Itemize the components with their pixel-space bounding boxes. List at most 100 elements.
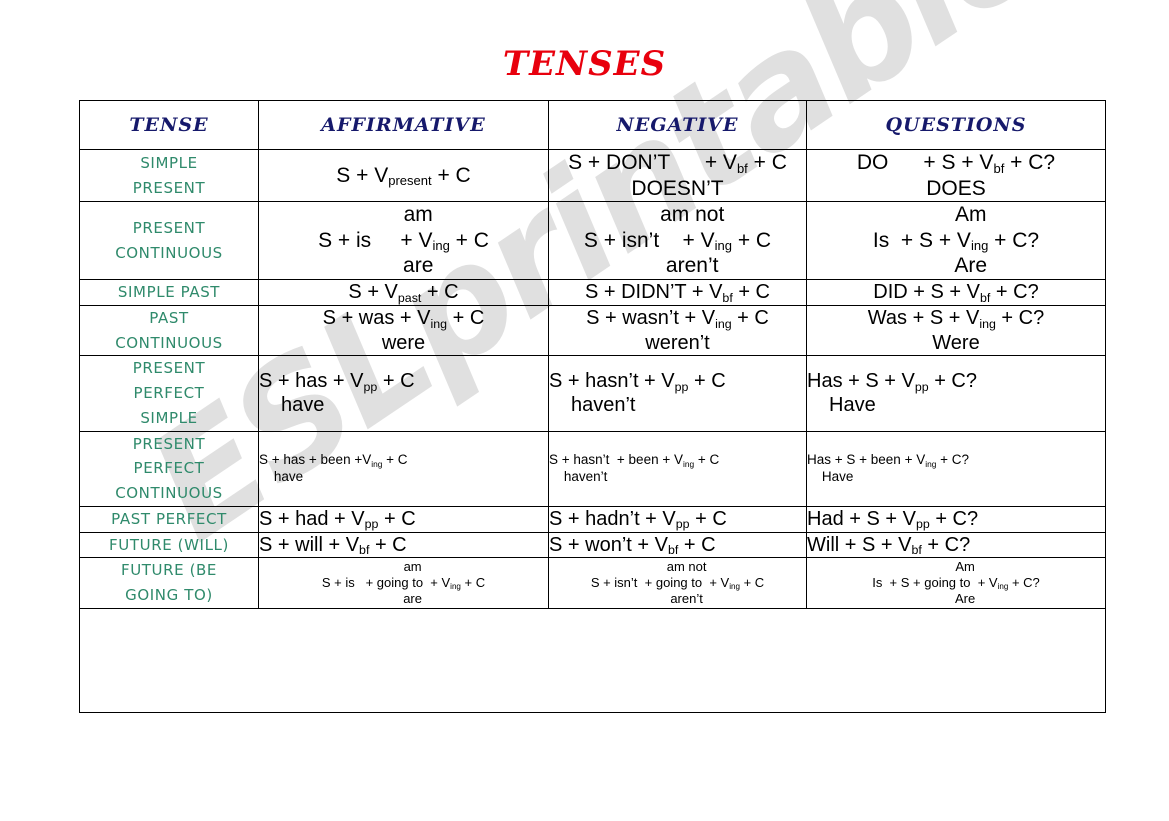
formula-line: aren’t — [665, 254, 719, 278]
tense-name-cell: FUTURE (BE GOING TO) — [79, 557, 259, 609]
tense-name-line: PRESENT — [132, 359, 206, 378]
tense-name-line: PERFECT — [133, 459, 205, 478]
tense-name-line: SIMPLE — [140, 408, 198, 427]
table-row: PAST PERFECT S + had + Vpp + C S + hadn’t … — [79, 505, 1106, 533]
formula-line: Will + S + Vbf + C? — [807, 533, 971, 558]
formula-line: S + Vpresent + C — [336, 163, 471, 189]
formula-line: S + Vpast + C — [348, 281, 459, 305]
affirmative-cell: S + has + been +Ving + Chave — [258, 430, 549, 507]
table-empty-row — [79, 607, 1106, 713]
formula-line: DID + S + Vbf + C? — [873, 281, 1039, 305]
formula-line: S + DON’T + Vbf + C — [568, 151, 787, 176]
affirmative-cell: S + Vpresent + C — [258, 148, 549, 203]
tense-name-line: PRESENT — [132, 434, 206, 453]
formula-line: S + is + going to + Ving + C — [321, 575, 486, 592]
formula-line: S + hadn’t + Vpp + C — [549, 507, 727, 532]
formula-line: are — [403, 254, 434, 278]
tense-name-cell: PRESENT PERFECT SIMPLE — [79, 355, 259, 432]
negative-cell: S + hadn’t + Vpp + C — [548, 505, 807, 533]
formula-line: DOES — [926, 176, 986, 200]
formula-line: am — [403, 559, 422, 575]
negative-cell: am not S + isn’t + Ving + Caren’t — [548, 201, 807, 281]
column-header-negative-label: NEGATIVE — [616, 114, 739, 136]
formula-line: S + has + Vpp + C — [259, 370, 415, 394]
formula-line: S + wasn’t + Ving + C — [586, 307, 769, 331]
formula-line: S + DIDN’T + Vbf + C — [584, 281, 771, 305]
formula-line: S + has + been +Ving + C — [259, 452, 408, 469]
questions-cell: DID + S + Vbf + C? — [806, 279, 1106, 306]
tense-name-line: GOING TO) — [125, 586, 213, 605]
tense-name-line: PERFECT — [133, 384, 205, 403]
negative-cell: S + hasn’t + Vpp + Chaven’t — [548, 355, 807, 432]
column-header-tense-label: TENSE — [129, 114, 209, 136]
tense-name-cell: PRESENT CONTINUOUS — [79, 201, 259, 281]
affirmative-cell: S + has + Vpp + Chave — [258, 355, 549, 432]
affirmative-cell: S + was + Ving + Cwere — [258, 304, 549, 357]
column-header-questions-label: QUESTIONS — [885, 114, 1027, 136]
formula-line: Had + S + Vpp + C? — [807, 507, 979, 532]
table-row: PAST CONTINUOUS S + was + Ving + Cwere S + … — [79, 304, 1106, 357]
formula-line: am not — [666, 559, 707, 575]
negative-cell: S + hasn’t + been + Ving + Chaven’t — [548, 430, 807, 507]
table-row: FUTURE (WILL) S + will + Vbf + C S + won’t… — [79, 531, 1106, 559]
formula-line: DO + S + Vbf + C? — [856, 151, 1056, 176]
tense-name-line: PRESENT — [132, 218, 206, 237]
tense-name-line: CONTINUOUS — [115, 333, 223, 352]
formula-line: am — [403, 203, 433, 227]
table-row: SIMPLE PAST S + Vpast + C S + DIDN’T + Vbf… — [79, 279, 1106, 306]
formula-line: Am — [954, 203, 987, 227]
formula-line: Are — [954, 590, 976, 606]
page-title-text: TENSES — [502, 44, 667, 84]
formula-line: weren’t — [645, 331, 710, 354]
affirmative-cell: am S + is + going to + Ving + Care — [258, 557, 549, 609]
tense-name-line: CONTINUOUS — [115, 484, 223, 503]
formula-line: haven’t — [571, 394, 636, 417]
table-row: PRESENT PERFECT SIMPLE S + has + Vpp + Chav… — [79, 355, 1106, 432]
questions-cell: Am Is + S + going to + Ving + C? Are — [806, 557, 1106, 609]
questions-cell: Will + S + Vbf + C? — [806, 531, 1106, 559]
tense-name-line: FUTURE (BE — [120, 561, 218, 580]
tense-name-cell: FUTURE (WILL) — [79, 531, 259, 559]
negative-cell: S + wasn’t + Ving + Cweren’t — [548, 304, 807, 357]
table-header: TENSE AFFIRMATIVE NEGATIVE QUESTIONS — [79, 100, 1106, 150]
negative-cell: S + won’t + Vbf + C — [548, 531, 807, 559]
formula-line: have — [281, 394, 325, 417]
questions-cell: Had + S + Vpp + C? — [806, 505, 1106, 533]
formula-line: am not — [660, 203, 725, 227]
tense-name-line: CONTINUOUS — [115, 243, 223, 262]
tenses-table: TENSE AFFIRMATIVE NEGATIVE QUESTIONS SIM… — [79, 100, 1106, 713]
formula-line: S + isn’t + going to + Ving + C — [590, 575, 765, 592]
table-row: PRESENT PERFECT CONTINUOUS S + has + been +… — [79, 430, 1106, 507]
table-body: SIMPLE PRESENT S + Vpresent + C S + DON’T +… — [79, 148, 1106, 713]
table-row: FUTURE (BE GOING TO) am S + is + going to +… — [79, 557, 1106, 609]
negative-cell: S + DIDN’T + Vbf + C — [548, 279, 807, 306]
tense-name-line: PAST PERFECT — [111, 509, 227, 528]
column-header-tense: TENSE — [79, 100, 259, 150]
formula-line: S + will + Vbf + C — [259, 533, 407, 558]
tense-name-line: SIMPLE PAST — [117, 283, 221, 302]
questions-cell: Am Is + S + Ving + C? Are — [806, 201, 1106, 281]
questions-cell: Was + S + Ving + C? Were — [806, 304, 1106, 357]
negative-cell: am not S + isn’t + going to + Ving + Care… — [548, 557, 807, 609]
tense-name-line: PRESENT — [132, 178, 206, 197]
column-header-negative: NEGATIVE — [548, 100, 807, 150]
formula-line: Has + S + been + Ving + C? — [807, 452, 970, 469]
formula-line: S + is + Ving + C — [318, 228, 489, 254]
tense-name-cell: PRESENT PERFECT CONTINUOUS — [79, 430, 259, 507]
formula-line: S + had + Vpp + C — [259, 507, 416, 532]
formula-line: Was + S + Ving + C? — [867, 307, 1045, 331]
tense-name-cell: PAST CONTINUOUS — [79, 304, 259, 357]
page-title: TENSES — [0, 44, 1169, 84]
table-empty-cell — [79, 607, 1106, 713]
formula-line: S + isn’t + Ving + C — [583, 228, 772, 254]
formula-line: Is + S + Ving + C? — [872, 228, 1040, 254]
formula-line: Have — [821, 468, 854, 484]
tense-name-line: FUTURE (WILL) — [109, 535, 229, 554]
formula-line: Am — [955, 559, 975, 575]
formula-line: Has + S + Vpp + C? — [807, 370, 977, 394]
negative-cell: S + DON’T + Vbf + C DOESN’T — [548, 148, 807, 203]
formula-line: Is + S + going to + Ving + C? — [872, 575, 1040, 592]
questions-cell: Has + S + Vpp + C? Have — [806, 355, 1106, 432]
formula-line: are — [403, 590, 422, 606]
questions-cell: Has + S + been + Ving + C? Have — [806, 430, 1106, 507]
